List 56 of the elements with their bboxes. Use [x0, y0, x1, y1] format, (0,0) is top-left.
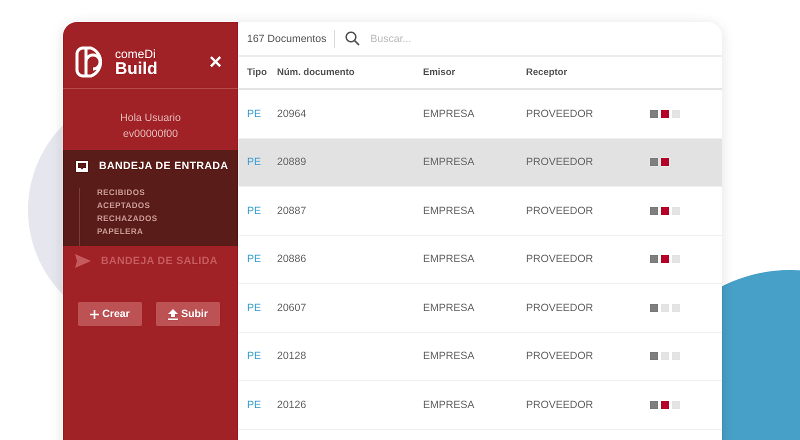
table-cell-text: PE	[246, 156, 262, 168]
folder-link[interactable]: RECIBIDOS	[97, 188, 238, 197]
greeting: Hola Usuario	[120, 112, 181, 124]
inbox-icon	[75, 160, 89, 172]
table-cell-text: EMPRESA	[422, 156, 476, 168]
table-cell-text: PE	[246, 108, 262, 120]
table-cell-text: PE	[246, 253, 262, 266]
table-cell-text: PE	[246, 302, 262, 314]
send-icon	[75, 254, 91, 268]
mailbox-item[interactable]: BANDEJA DE ENTRADA	[63, 150, 238, 182]
table-cell-text: PROVEEDOR	[525, 204, 594, 217]
table-cell-text: 20607	[276, 302, 308, 314]
table-cell-text: PROVEEDOR	[525, 253, 594, 266]
table-row[interactable]: PE 20886 EMPRESA PROVEEDOR	[238, 236, 722, 284]
table-cell-text: PE	[246, 398, 262, 411]
table-cell-text: PROVEEDOR	[525, 156, 594, 168]
table-cell-text: PROVEEDOR	[525, 350, 594, 362]
search-icon	[345, 31, 360, 46]
column-header: Receptor	[525, 67, 568, 78]
column-header: Emisor	[422, 67, 456, 78]
table-cell-text: PROVEEDOR	[525, 398, 594, 411]
table-cell-text: EMPRESA	[422, 108, 476, 120]
table-cell-text: 20887	[276, 204, 308, 217]
table-row[interactable]: PE 20889 EMPRESA PROVEEDOR	[238, 138, 722, 187]
brand-subtitle: Build	[115, 60, 158, 76]
folder-link[interactable]: RECHAZADOS	[97, 214, 238, 223]
table-cell-text: PROVEEDOR	[525, 108, 594, 120]
table-cell-text: EMPRESA	[422, 350, 476, 362]
table-cell-text: 20886	[276, 253, 308, 266]
folder-link[interactable]: PAPELERA	[97, 227, 238, 236]
folder-link[interactable]: ACEPTADOS	[97, 201, 238, 210]
table-cell-text: EMPRESA	[422, 204, 476, 217]
column-header: Tipo	[246, 67, 268, 78]
table-cell-text: PROVEEDOR	[525, 302, 594, 314]
create-button[interactable]: Crear	[78, 302, 142, 326]
table-cell-text: 20889	[276, 156, 308, 168]
table-cell-text: 20126	[276, 398, 308, 411]
close-button[interactable]: ×	[205, 49, 226, 75]
table-row[interactable]: PE 20607 EMPRESA PROVEEDOR	[238, 284, 722, 332]
table-cell-text: PE	[246, 350, 262, 362]
brand-name: comeDi	[115, 48, 157, 60]
table-cell-text: 20128	[276, 350, 308, 362]
table-cell-text: EMPRESA	[422, 302, 476, 314]
username: ev00000f00	[123, 128, 178, 140]
table-cell-text: 20964	[276, 108, 308, 120]
table-row[interactable]: PE 20887 EMPRESA PROVEEDOR	[238, 187, 722, 236]
upload-button[interactable]: Subir	[156, 302, 220, 326]
table-cell-text: PE	[246, 204, 262, 217]
table-cell-text: EMPRESA	[422, 253, 476, 266]
plus-icon	[90, 310, 100, 318]
table-cell-text: EMPRESA	[422, 398, 476, 411]
table-row[interactable]: PE 20126 EMPRESA PROVEEDOR	[238, 381, 722, 430]
table-row[interactable]: PE 20128 EMPRESA PROVEEDOR	[238, 332, 722, 381]
document-count: 167 Documentos	[247, 32, 326, 44]
upload-icon	[168, 308, 178, 320]
column-header: Núm. documento	[276, 67, 356, 78]
